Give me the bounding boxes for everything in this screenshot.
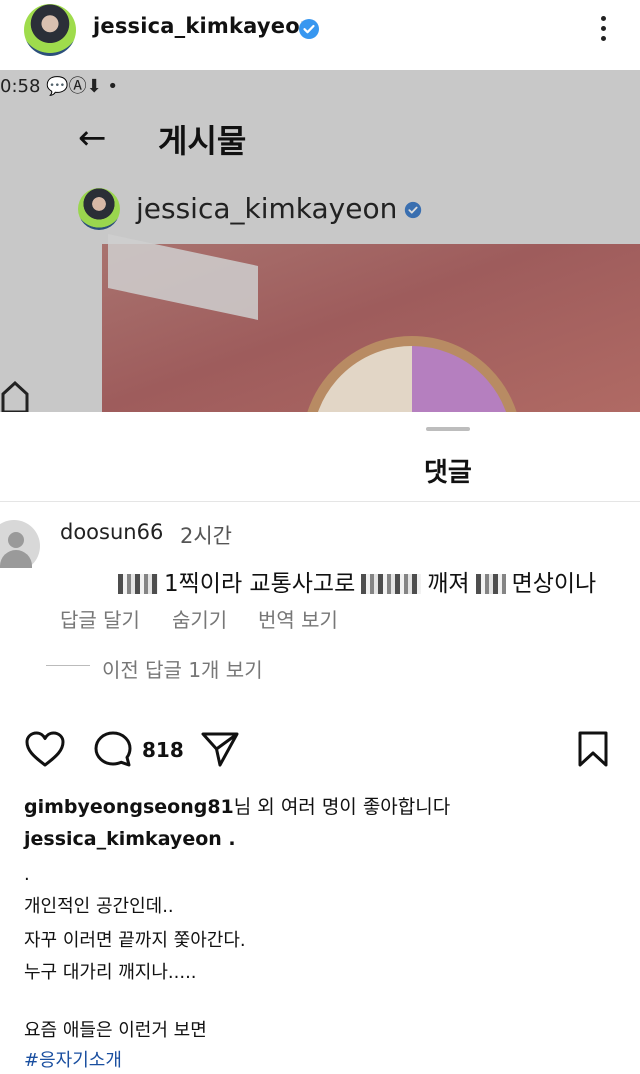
caption-line: 누구 대가리 깨지나..... [24,962,197,983]
comments-title: 댓글 [424,458,472,488]
comments-sheet: 댓글 doosun66 2시간 1찍이라 교통사고로 깨져 면상이나 답글 달기 숨… [0,412,640,712]
replies-line [46,665,90,666]
arrow-left-icon: ← [78,118,107,158]
bookmark-icon[interactable] [576,730,610,768]
post-action-bar: 818 [0,712,640,792]
caption-line: 개인적인 공간인데.. [24,896,174,917]
heart-icon[interactable] [24,730,66,768]
commenter-username[interactable]: doosun66 [60,520,163,544]
caption-author[interactable]: jessica_kimkayeon . [24,828,236,850]
likes-summary[interactable]: gimbyeongseong81님 외 여러 명이 좋아합니다 [24,792,450,819]
comment-text: 1찍이라 교통사고로 깨져 면상이나 [112,564,596,598]
caption-line: 요즘 애들은 이런거 보면 [24,1020,207,1041]
status-bar: 0:58 💬Ⓐ⬇ • [0,76,118,97]
drag-handle[interactable] [426,427,470,431]
liked-by-username[interactable]: gimbyeongseong81 [24,796,234,818]
redacted-text [475,574,506,594]
post-header: jessica_kimkayeon [0,0,640,60]
embedded-page-title: 게시물 [158,122,247,160]
divider [0,501,640,502]
verified-badge-icon [299,19,319,39]
reply-button[interactable]: 답글 달기 [60,604,140,633]
profile-avatar[interactable] [24,4,76,56]
view-previous-replies-button[interactable]: 이전 답글 1개 보기 [102,654,263,683]
comment-icon[interactable] [94,730,134,768]
commenter-avatar[interactable] [0,520,40,568]
comment-time: 2시간 [180,524,233,548]
caption-line: 자꾸 이러면 끝까지 쫓아간다. [24,930,246,951]
verified-badge-icon [404,201,422,219]
hashtag-link[interactable]: #응자기소개 [24,1046,122,1072]
comment-count: 818 [142,738,184,762]
embedded-screenshot: 0:58 💬Ⓐ⬇ • ← 게시물 jessica_kimkayeon [0,70,640,412]
redacted-text [118,574,158,594]
hide-button[interactable]: 숨기기 [172,604,227,633]
home-icon [1,380,29,412]
embedded-post-photo [102,234,640,412]
redacted-text [361,574,422,594]
more-options-icon[interactable] [591,14,615,44]
embedded-avatar [78,188,120,230]
caption-line: . [24,864,30,885]
translate-button[interactable]: 번역 보기 [258,604,338,633]
embedded-username: jessica_kimkayeon [136,192,398,225]
post-author-username[interactable]: jessica_kimkayeon [93,14,315,38]
share-icon[interactable] [200,730,240,768]
